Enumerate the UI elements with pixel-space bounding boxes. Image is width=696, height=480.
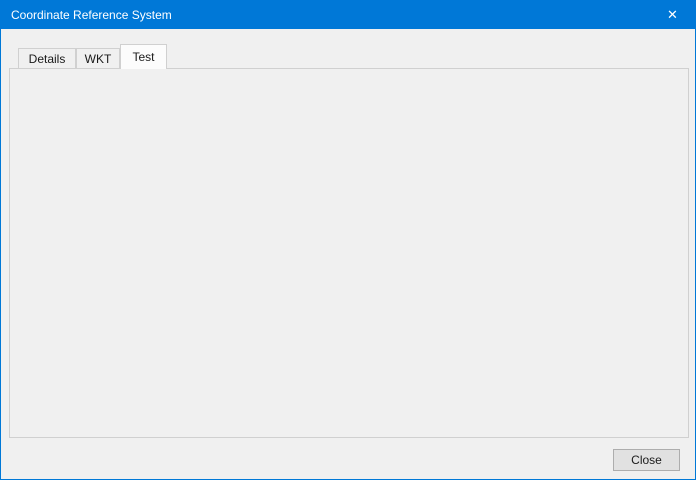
window-title: Coordinate Reference System xyxy=(11,8,172,22)
tab-test-label: Test xyxy=(132,50,154,64)
tab-wkt-label: WKT xyxy=(85,52,112,66)
titlebar[interactable]: Coordinate Reference System ✕ xyxy=(1,1,695,29)
window-close-icon[interactable]: ✕ xyxy=(650,1,695,29)
tab-details-label: Details xyxy=(29,52,66,66)
crs-dialog: Coordinate Reference System ✕ Details WK… xyxy=(0,0,696,480)
close-button-label: Close xyxy=(631,453,662,467)
tab-details[interactable]: Details xyxy=(18,48,76,68)
tab-wkt[interactable]: WKT xyxy=(76,48,120,68)
test-tab-pane xyxy=(9,68,689,438)
close-button[interactable]: Close xyxy=(613,449,680,471)
tab-test[interactable]: Test xyxy=(120,44,167,69)
